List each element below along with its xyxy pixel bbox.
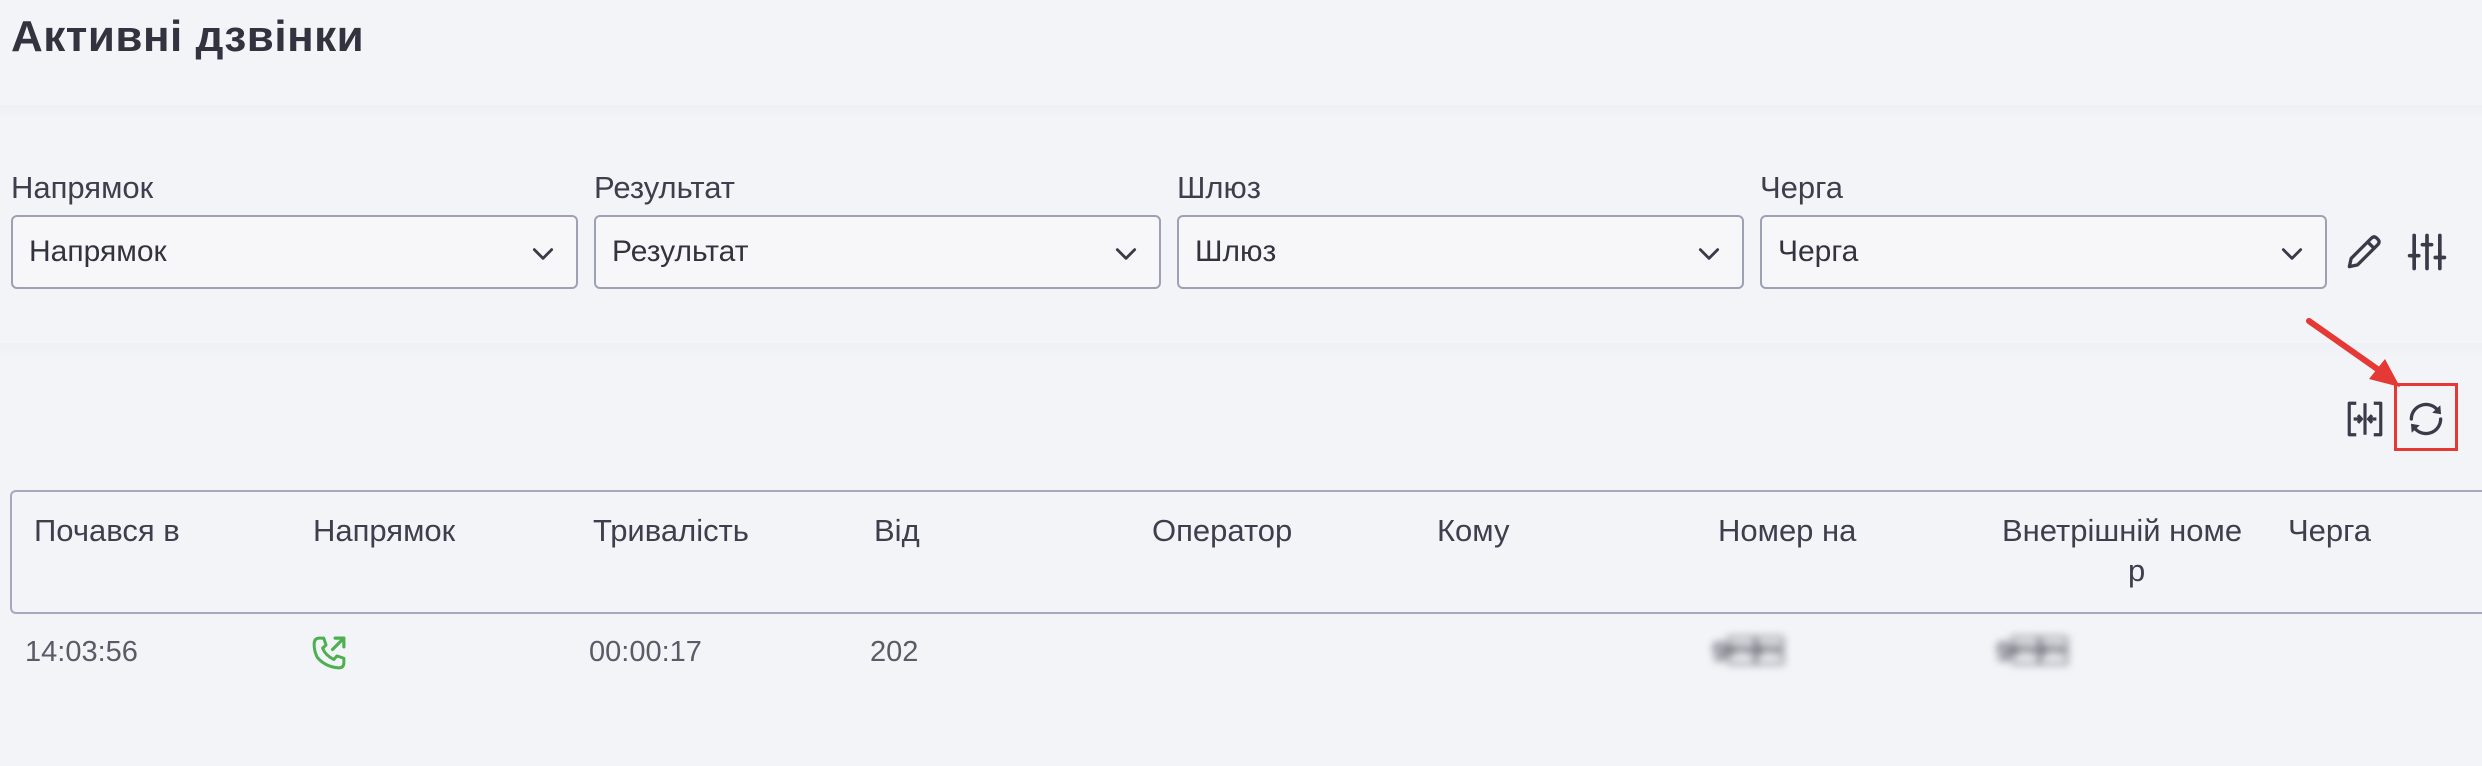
column-header-direction[interactable]: Напрямок [313,511,455,551]
direction-select-value: Напрямок [29,235,167,268]
filter-label-gateway: Шлюз [1177,170,1261,205]
filter-label-queue: Черга [1760,170,1844,205]
result-select-value: Результат [612,235,749,268]
queue-select[interactable]: Черга [1760,215,2327,289]
gateway-select[interactable]: Шлюз [1177,215,1744,289]
page-title: Активні дзвінки [11,12,365,61]
table-header [10,490,2482,614]
cell-from: 202 [870,636,919,668]
sliders-icon[interactable] [2405,230,2449,274]
queue-select-value: Черга [1778,235,1859,268]
outgoing-call-icon [312,636,346,670]
refresh-icon[interactable] [2404,397,2448,441]
column-header-to[interactable]: Кому [1437,511,1509,551]
direction-select[interactable]: Напрямок [11,215,578,289]
cell-number-on: 9 [1712,636,1784,667]
column-header-from[interactable]: Від [874,511,920,551]
column-header-number-on[interactable]: Номер на [1718,511,1856,551]
column-header-internal-number[interactable]: Внетрішній номе [2002,511,2242,551]
chevron-down-icon [532,248,554,260]
result-select[interactable]: Результат [594,215,1161,289]
column-header-internal-number-wrap: р [2128,553,2146,588]
filter-label-result: Результат [594,170,735,205]
pencil-icon[interactable] [2342,230,2386,274]
expand-columns-icon[interactable] [2344,398,2386,440]
cell-internal-number: 9 [1996,636,2068,667]
chevron-down-icon [1698,248,1720,260]
divider [0,105,2482,119]
arrow-annotation-icon [2306,318,2400,387]
divider [0,343,2482,357]
column-header-operator[interactable]: Оператор [1152,511,1292,551]
cell-duration: 00:00:17 [589,636,702,668]
column-header-queue[interactable]: Черга [2288,511,2371,551]
column-header-duration[interactable]: Тривалість [593,511,749,551]
filter-label-direction: Напрямок [11,170,154,205]
gateway-select-value: Шлюз [1195,235,1277,268]
chevron-down-icon [1115,248,1137,260]
column-header-started[interactable]: Почався в [34,511,180,551]
chevron-down-icon [2281,248,2303,260]
cell-started: 14:03:56 [25,636,138,668]
